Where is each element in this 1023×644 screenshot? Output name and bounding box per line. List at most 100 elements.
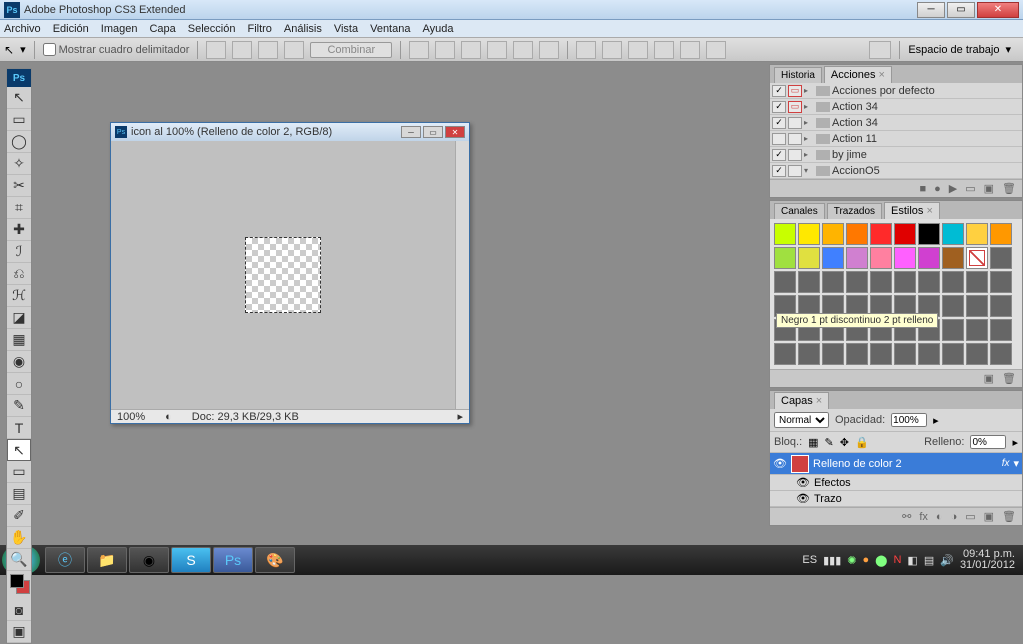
heal-tool[interactable]: ✚ [7,219,31,241]
action-dialog-toggle[interactable] [788,133,802,145]
menu-filtro[interactable]: Filtro [247,23,271,35]
style-swatch[interactable] [870,343,892,365]
style-swatch[interactable] [942,223,964,245]
dist-6[interactable] [706,41,726,59]
action-dialog-toggle[interactable]: ▭ [788,101,802,113]
screenmode-toggle[interactable]: ▣ [7,621,31,643]
quickmask-toggle[interactable]: ◙ [7,599,31,621]
wifi-icon[interactable]: ▮▮▮ [823,554,841,567]
lock-all-icon[interactable]: 🔒 [855,436,869,449]
dist-4[interactable] [654,41,674,59]
lang-indicator[interactable]: ES [802,554,817,566]
workspace-label[interactable]: Espacio de trabajo [908,44,999,56]
style-swatch[interactable] [870,247,892,269]
new-layer-icon[interactable]: ▣ [984,510,994,523]
style-swatch[interactable] [822,343,844,365]
style-swatch[interactable] [966,271,988,293]
color-swatches[interactable] [7,571,31,599]
close-tab-icon[interactable]: × [926,205,932,217]
action-dialog-toggle[interactable] [788,165,802,177]
action-check[interactable]: ✓ [772,117,786,129]
action-dialog-toggle[interactable] [788,149,802,161]
style-swatch[interactable] [894,247,916,269]
action-check[interactable] [772,133,786,145]
align-btn-1[interactable] [206,41,226,59]
action-check[interactable]: ✓ [772,85,786,97]
style-swatch[interactable] [942,343,964,365]
style-swatch[interactable] [942,295,964,317]
style-swatch[interactable] [918,271,940,293]
action-check[interactable]: ✓ [772,165,786,177]
canvas-content[interactable] [245,237,321,313]
action-row[interactable]: ✓▾AccionO5 [770,163,1022,179]
visibility-icon[interactable]: 👁 [796,492,810,505]
zoom-tool[interactable]: 🔍 [7,549,31,571]
taskbar-photoshop[interactable]: Ps [213,547,253,573]
action-row[interactable]: ✓▸Action 34 [770,115,1022,131]
layer-row-selected[interactable]: 👁 Relleno de color 2 fx ▾ [770,453,1022,475]
tab-trazados[interactable]: Trazados [827,203,882,219]
action-row[interactable]: ✓▭▸Action 34 [770,99,1022,115]
menu-seleccion[interactable]: Selección [188,23,236,35]
layer-name[interactable]: Relleno de color 2 [813,458,902,470]
dodge-tool[interactable]: ○ [7,373,31,395]
pen-tool[interactable]: ✎ [7,395,31,417]
lock-paint-icon[interactable]: ✎ [825,436,834,449]
action-dialog-toggle[interactable] [788,117,802,129]
style-swatch[interactable] [966,343,988,365]
style-swatch[interactable] [846,343,868,365]
marquee-tool[interactable]: ▭ [7,109,31,131]
mask-icon[interactable]: ◐ [936,511,943,523]
close-button[interactable]: ✕ [977,2,1019,18]
type-tool[interactable]: T [7,417,31,439]
eraser-tool[interactable]: ◪ [7,307,31,329]
doc-minimize-button[interactable]: ─ [401,126,421,138]
lock-transparency-icon[interactable]: ▦ [808,436,818,449]
style-swatch[interactable] [822,223,844,245]
group-icon[interactable]: ▭ [965,510,975,523]
style-swatch[interactable] [966,295,988,317]
menu-imagen[interactable]: Imagen [101,23,138,35]
visibility-icon[interactable]: 👁 [796,476,810,489]
maximize-button[interactable]: ▭ [947,2,975,18]
style-swatch[interactable] [942,271,964,293]
gradient-tool[interactable]: ▦ [7,329,31,351]
style-swatch[interactable] [966,319,988,341]
layer-stroke-row[interactable]: 👁 Trazo [770,491,1022,507]
minimize-button[interactable]: ─ [917,2,945,18]
close-tab-icon[interactable]: × [879,69,885,81]
style-swatch[interactable] [798,343,820,365]
play-icon[interactable]: ▶ [949,182,957,195]
show-bbox-checkbox[interactable]: Mostrar cuadro delimitador [43,43,190,56]
style-swatch[interactable] [774,271,796,293]
style-swatch[interactable] [918,343,940,365]
workspace-icon[interactable] [869,41,891,59]
clock[interactable]: 09:41 p.m. 31/01/2012 [960,549,1015,571]
action-check[interactable]: ✓ [772,149,786,161]
eyedropper-tool[interactable]: ✐ [7,505,31,527]
tool-preset-dropdown[interactable]: ▾ [20,43,26,56]
style-swatch[interactable] [822,247,844,269]
style-swatch[interactable] [990,271,1012,293]
tab-historia[interactable]: Historia [774,67,822,83]
taskbar-explorer[interactable]: 📁 [87,547,127,573]
opacity-input[interactable] [891,413,927,427]
notes-tool[interactable]: ▤ [7,483,31,505]
taskbar-skype[interactable]: S [171,547,211,573]
menu-capa[interactable]: Capa [149,23,175,35]
style-swatch[interactable] [846,271,868,293]
dist-5[interactable] [680,41,700,59]
foreground-color[interactable] [10,574,24,588]
action-row[interactable]: ▸Action 11 [770,131,1022,147]
tray-icon-4[interactable]: N [893,554,901,566]
style-swatch[interactable] [846,223,868,245]
menu-archivo[interactable]: Archivo [4,23,41,35]
tray-icon-6[interactable]: ▤ [924,554,934,567]
shape-tool[interactable]: ▭ [7,461,31,483]
tab-acciones[interactable]: Acciones× [824,66,892,83]
align-btn-3[interactable] [258,41,278,59]
style-swatch[interactable] [870,271,892,293]
fold-icon[interactable]: ▾ [804,166,814,175]
style-swatch[interactable] [894,343,916,365]
lock-move-icon[interactable]: ✥ [840,436,849,449]
